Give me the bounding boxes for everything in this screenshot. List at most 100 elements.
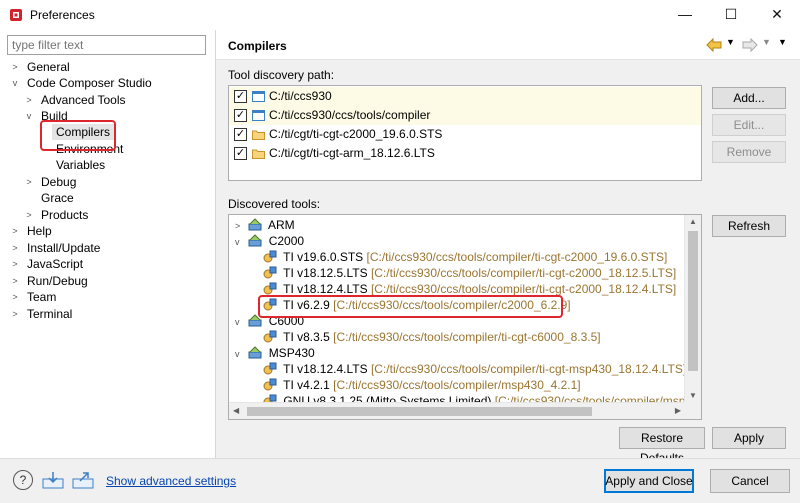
compiler-icon bbox=[263, 298, 277, 311]
tool-item[interactable]: TI v8.3.5 [C:/ti/ccs930/ccs/tools/compil… bbox=[263, 329, 601, 345]
tool-item[interactable]: TI v18.12.5.LTS [C:/ti/ccs930/ccs/tools/… bbox=[263, 265, 676, 281]
cancel-button[interactable]: Cancel bbox=[710, 469, 790, 493]
tool-group-label: ARM bbox=[268, 218, 295, 232]
import-icon[interactable] bbox=[42, 471, 64, 489]
discovery-path-list[interactable]: ✓ C:/ti/ccs930 ✓ C:/ti/ccs930/ccs/tools/… bbox=[228, 85, 702, 181]
tool-name: TI v19.6.0.STS bbox=[283, 250, 364, 264]
tree-item-grace[interactable]: Grace bbox=[41, 190, 74, 206]
checkbox[interactable]: ✓ bbox=[234, 128, 247, 141]
help-icon[interactable]: ? bbox=[13, 470, 33, 490]
chevron-right-icon[interactable]: > bbox=[10, 256, 20, 272]
tree-item-label: General bbox=[27, 60, 70, 74]
tool-group-label: C6000 bbox=[268, 314, 305, 328]
tool-path: [C:/ti/ccs930/ccs/tools/compiler/msp430_… bbox=[333, 378, 581, 392]
chevron-right-icon[interactable]: > bbox=[10, 289, 20, 305]
list-item[interactable]: ✓ C:/ti/ccs930/ccs/tools/compiler bbox=[229, 106, 701, 125]
discovery-path-label: Tool discovery path: bbox=[228, 68, 335, 82]
export-icon[interactable] bbox=[72, 471, 94, 489]
forward-icon[interactable] bbox=[742, 38, 758, 52]
chevron-right-icon[interactable]: > bbox=[235, 218, 245, 234]
edit-button[interactable]: Edit... bbox=[712, 114, 786, 136]
list-item[interactable]: ✓ C:/ti/cgt/ti-cgt-arm_18.12.6.LTS bbox=[229, 144, 701, 163]
maximize-button[interactable]: ☐ bbox=[708, 0, 754, 30]
view-menu-icon[interactable]: ▼ bbox=[778, 37, 787, 47]
app-icon bbox=[10, 9, 22, 21]
checkbox[interactable]: ✓ bbox=[234, 109, 247, 122]
tool-group-msp430[interactable]: v MSP430 bbox=[235, 345, 315, 361]
path-text: C:/ti/ccs930 bbox=[269, 89, 332, 103]
scroll-right-icon[interactable]: ▶ bbox=[675, 406, 681, 415]
forward-menu-icon[interactable]: ▼ bbox=[762, 37, 771, 47]
chevron-right-icon[interactable]: > bbox=[24, 92, 34, 108]
minimize-button[interactable]: — bbox=[662, 0, 708, 30]
back-icon[interactable] bbox=[706, 38, 722, 52]
path-text: C:/ti/cgt/ti-cgt-arm_18.12.6.LTS bbox=[269, 146, 435, 160]
add-button[interactable]: Add... bbox=[712, 87, 786, 109]
chevron-right-icon[interactable]: > bbox=[10, 306, 20, 322]
chevron-down-icon[interactable]: v bbox=[235, 346, 245, 362]
tool-group-arm[interactable]: > ARM bbox=[235, 217, 295, 233]
remove-button[interactable]: Remove bbox=[712, 141, 786, 163]
tool-item[interactable]: TI v19.6.0.STS [C:/ti/ccs930/ccs/tools/c… bbox=[263, 249, 667, 265]
tool-group-c6000[interactable]: v C6000 bbox=[235, 313, 304, 329]
tool-item[interactable]: TI v4.2.1 [C:/ti/ccs930/ccs/tools/compil… bbox=[263, 377, 581, 393]
tool-item[interactable]: GNU v8.3.1.25 (Mitto Systems Limited) [C… bbox=[263, 393, 701, 402]
chevron-down-icon[interactable]: v bbox=[235, 314, 245, 330]
refresh-button[interactable]: Refresh bbox=[712, 215, 786, 237]
chevron-right-icon[interactable]: > bbox=[10, 273, 20, 289]
horizontal-scrollbar[interactable]: ◀ ▶ bbox=[229, 402, 684, 419]
list-item[interactable]: ✓ C:/ti/ccs930 bbox=[229, 87, 701, 106]
tool-path: [C:/ti/ccs930/ccs/tools/compiler/ti-cgt-… bbox=[370, 282, 677, 296]
tree-item-label: Install/Update bbox=[27, 241, 101, 255]
checkbox[interactable]: ✓ bbox=[234, 147, 247, 160]
tree-item-label: JavaScript bbox=[27, 257, 84, 271]
tree-item-variables[interactable]: Variables bbox=[56, 157, 105, 173]
scroll-down-icon[interactable]: ▼ bbox=[689, 391, 697, 400]
tool-path: [C:/ti/ccs930/ccs/tools/compiler/msp430-… bbox=[494, 394, 701, 402]
vertical-scrollbar[interactable]: ▲ ▼ bbox=[684, 215, 701, 403]
compiler-icon bbox=[263, 266, 277, 279]
apply-button[interactable]: Apply bbox=[712, 427, 786, 449]
chevron-right-icon[interactable]: > bbox=[24, 174, 34, 190]
tree-item-label: Help bbox=[27, 224, 52, 238]
chevron-right-icon[interactable]: > bbox=[10, 240, 20, 256]
tool-item[interactable]: TI v6.2.9 [C:/ti/ccs930/ccs/tools/compil… bbox=[263, 297, 571, 313]
checkbox[interactable]: ✓ bbox=[234, 90, 247, 103]
chevron-right-icon[interactable]: > bbox=[10, 223, 20, 239]
chevron-right-icon[interactable]: > bbox=[10, 59, 20, 75]
tool-group-label: C2000 bbox=[268, 234, 305, 248]
toolchain-icon bbox=[248, 314, 262, 327]
chevron-down-icon[interactable]: v bbox=[235, 234, 245, 250]
list-item[interactable]: ✓ C:/ti/cgt/ti-cgt-c2000_19.6.0.STS bbox=[229, 125, 701, 144]
tool-name: TI v18.12.4.LTS bbox=[283, 282, 368, 296]
tree-item-compilers[interactable]: Compilers bbox=[52, 124, 114, 140]
chevron-down-icon[interactable]: v bbox=[10, 75, 20, 91]
back-menu-icon[interactable]: ▼ bbox=[726, 37, 735, 47]
tool-name: TI v18.12.5.LTS bbox=[283, 266, 368, 280]
scroll-up-icon[interactable]: ▲ bbox=[689, 217, 697, 226]
scroll-left-icon[interactable]: ◀ bbox=[233, 406, 239, 415]
dialog-footer: ? Show advanced settings Apply and Close… bbox=[0, 458, 800, 503]
chevron-down-icon[interactable]: v bbox=[24, 108, 34, 124]
discovered-tools-tree[interactable]: > ARM v C2000 TI v19.6.0.STS [C:/ti/ccs9… bbox=[228, 214, 702, 420]
tool-item[interactable]: TI v18.12.4.LTS [C:/ti/ccs930/ccs/tools/… bbox=[263, 281, 676, 297]
page-header: Compilers ▼ ▼ ▼ bbox=[216, 30, 800, 60]
tool-group-label: MSP430 bbox=[268, 346, 315, 360]
scroll-thumb[interactable] bbox=[688, 231, 698, 371]
restore-defaults-button[interactable]: Restore Defaults bbox=[619, 427, 705, 465]
tool-path: [C:/ti/ccs930/ccs/tools/compiler/ti-cgt-… bbox=[370, 362, 687, 376]
folder-icon bbox=[252, 130, 265, 140]
tool-group-c2000[interactable]: v C2000 bbox=[235, 233, 304, 249]
compiler-icon bbox=[263, 282, 277, 295]
show-advanced-settings-link[interactable]: Show advanced settings bbox=[106, 474, 236, 488]
scroll-thumb[interactable] bbox=[247, 407, 592, 416]
close-button[interactable]: ✕ bbox=[754, 0, 800, 30]
tree-item-label: Advanced Tools bbox=[41, 93, 126, 107]
tool-name: TI v18.12.4.LTS bbox=[283, 362, 368, 376]
tool-item[interactable]: TI v18.12.4.LTS [C:/ti/ccs930/ccs/tools/… bbox=[263, 361, 686, 377]
folder-icon bbox=[252, 149, 265, 159]
tree-item-environment[interactable]: Environment bbox=[56, 141, 123, 157]
chevron-right-icon[interactable]: > bbox=[24, 207, 34, 223]
filter-input[interactable] bbox=[7, 35, 206, 55]
apply-and-close-button[interactable]: Apply and Close bbox=[604, 469, 694, 493]
